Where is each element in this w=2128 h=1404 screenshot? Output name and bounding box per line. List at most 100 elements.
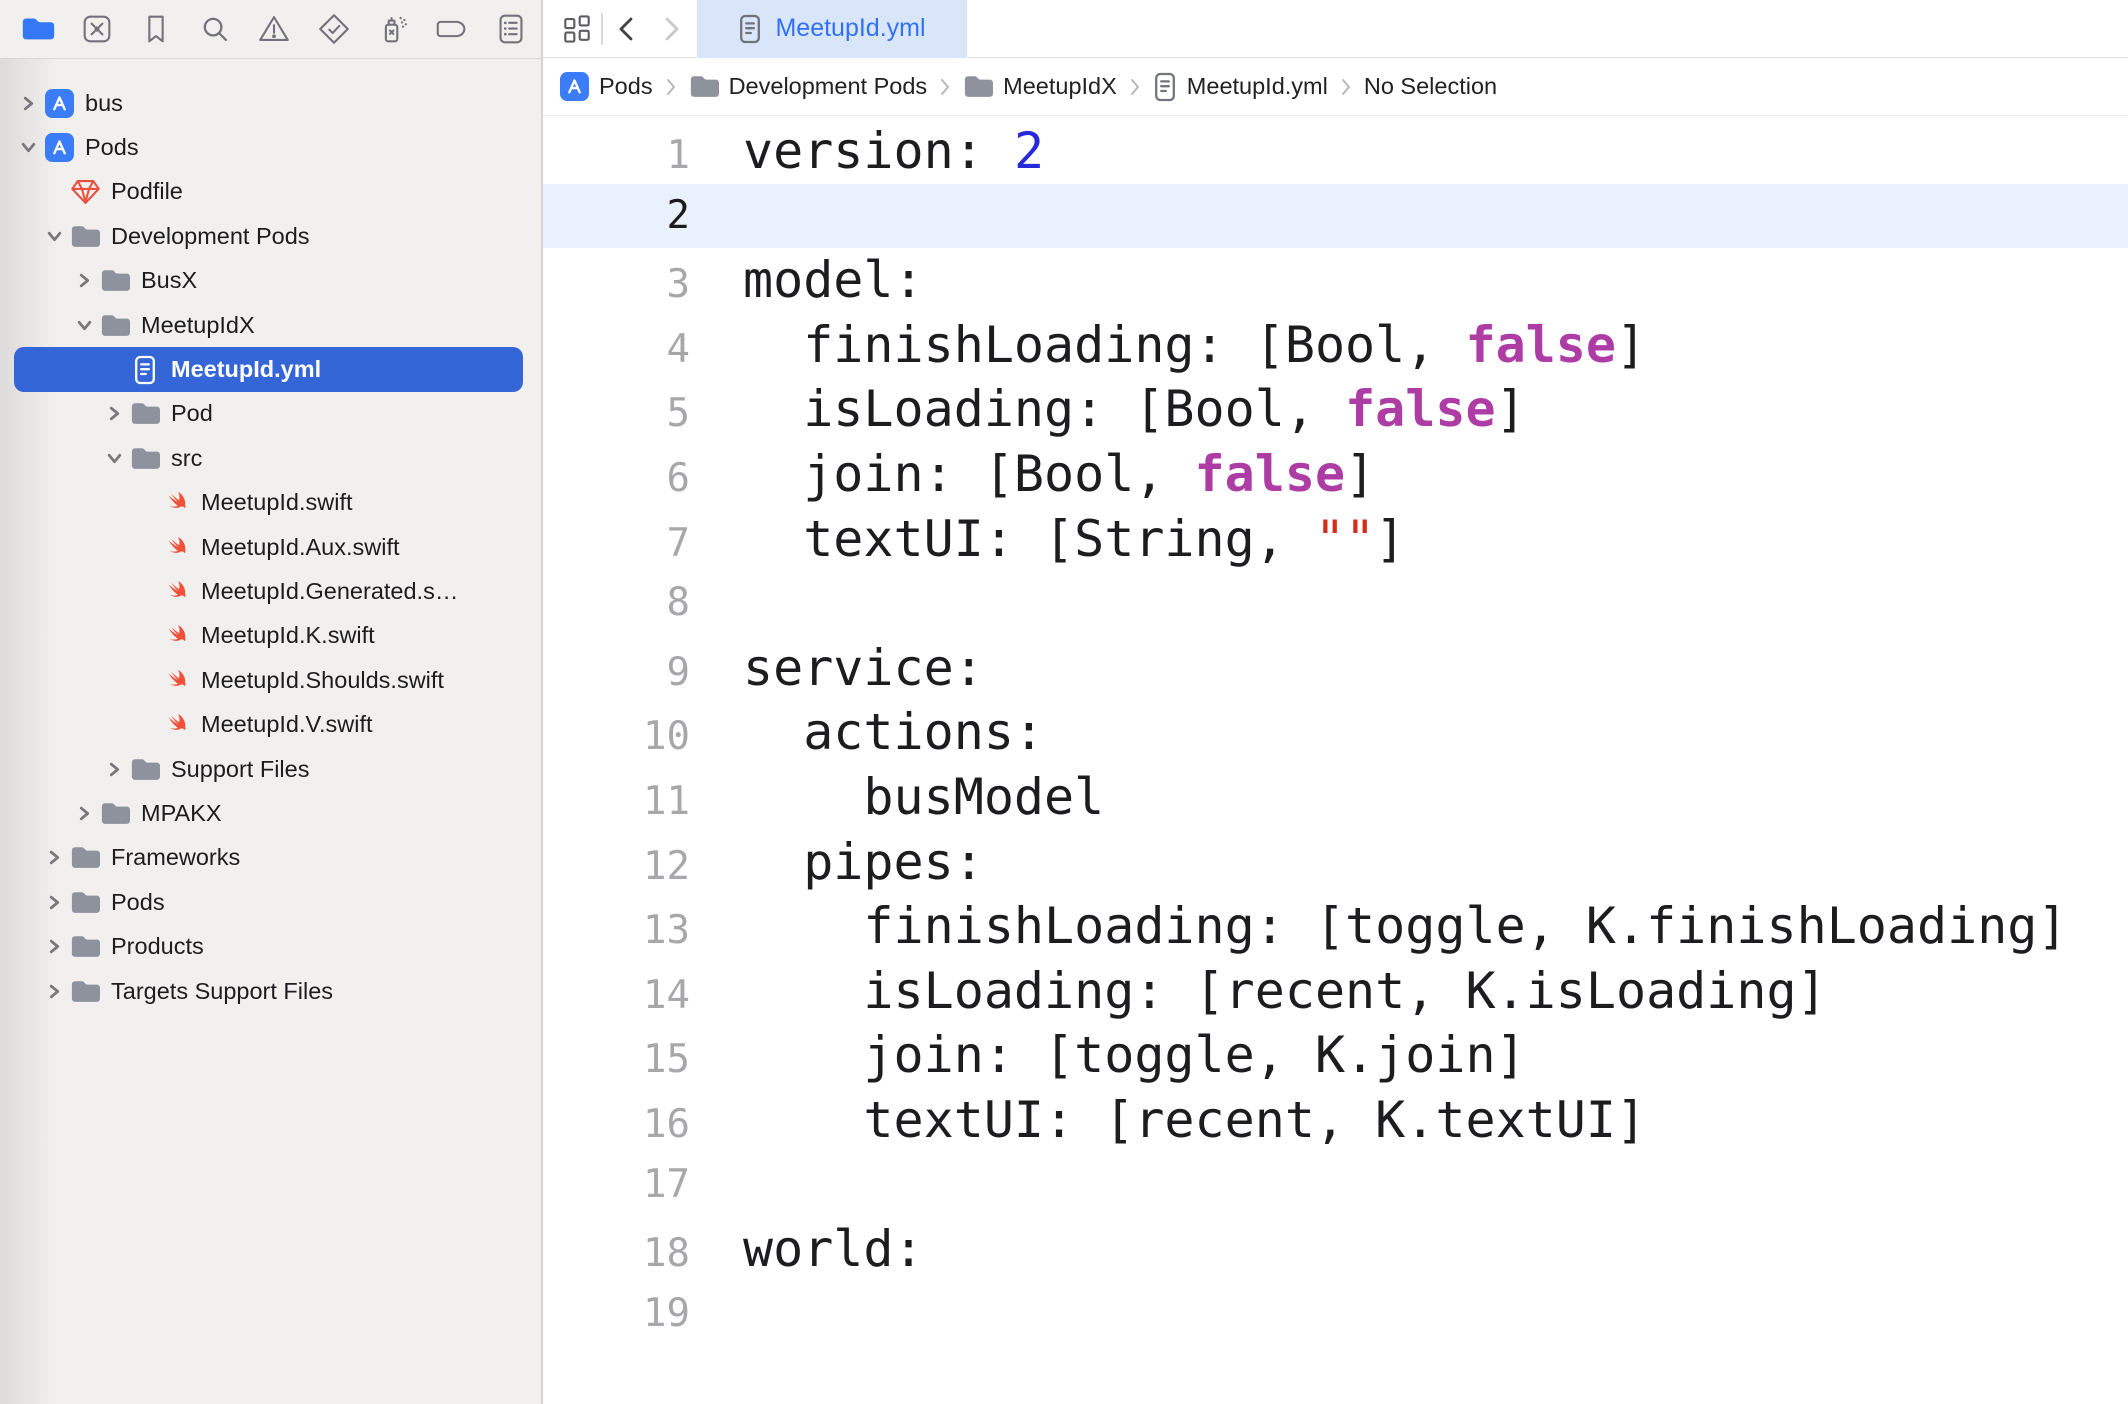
debug-navigator-icon[interactable] xyxy=(363,0,422,59)
code-line[interactable]: 1 version: 2 xyxy=(543,119,2128,184)
disclosure-chevron-icon[interactable] xyxy=(40,229,68,244)
tree-row[interactable]: MeetupIdX xyxy=(14,303,523,347)
tree-row[interactable]: Pods xyxy=(14,880,523,924)
disclosure-chevron-icon[interactable] xyxy=(40,895,68,910)
disclosure-chevron-icon[interactable] xyxy=(40,939,68,954)
tree-row[interactable]: bus xyxy=(14,81,523,125)
tree-row[interactable]: MeetupId.Generated.s… xyxy=(14,569,523,613)
code-line[interactable]: 18 world: xyxy=(543,1217,2128,1282)
line-number[interactable]: 13 xyxy=(543,899,695,964)
test-navigator-icon[interactable] xyxy=(304,0,363,59)
line-number[interactable]: 1 xyxy=(543,124,695,189)
line-number[interactable]: 19 xyxy=(543,1282,695,1347)
line-number[interactable]: 5 xyxy=(543,382,695,447)
code-line[interactable]: 8 xyxy=(543,571,2128,636)
tree-row[interactable]: Podfile xyxy=(14,170,523,214)
disclosure-chevron-icon[interactable] xyxy=(100,762,128,777)
tree-row[interactable]: MeetupId.Aux.swift xyxy=(14,525,523,569)
project-navigator-tree[interactable]: bus Pods Podfile Development Pods BusX Meetup… xyxy=(0,59,541,1404)
code-line[interactable]: 6 join: [Bool, false] xyxy=(543,442,2128,507)
issue-navigator-icon[interactable] xyxy=(245,0,304,59)
find-navigator-icon[interactable] xyxy=(186,0,245,59)
line-number[interactable]: 10 xyxy=(543,705,695,770)
tree-row[interactable]: MeetupId.V.swift xyxy=(14,702,523,746)
code-line[interactable]: 11 busModel xyxy=(543,765,2128,830)
line-number[interactable]: 15 xyxy=(543,1028,695,1093)
code-line[interactable]: 2 xyxy=(543,183,2128,249)
line-number[interactable]: 14 xyxy=(543,964,695,1029)
tree-row[interactable]: Pod xyxy=(14,392,523,436)
code-line[interactable]: 3 model: xyxy=(543,248,2128,313)
breadcrumb-item[interactable]: No Selection xyxy=(1364,73,1497,100)
tab-meetupid-yml[interactable]: MeetupId.yml xyxy=(697,0,967,58)
disclosure-chevron-icon[interactable] xyxy=(40,984,68,999)
breadcrumb-item[interactable]: Development Pods xyxy=(689,73,927,100)
line-number[interactable]: 17 xyxy=(543,1153,695,1218)
tree-row[interactable]: Development Pods xyxy=(14,214,523,258)
line-number[interactable]: 7 xyxy=(543,512,695,577)
code-line[interactable]: 5 isLoading: [Bool, false] xyxy=(543,377,2128,442)
app-icon xyxy=(42,88,76,118)
code-line[interactable]: 4 finishLoading: [Bool, false] xyxy=(543,313,2128,378)
tree-row[interactable]: MeetupId.K.swift xyxy=(14,614,523,658)
swift-icon xyxy=(158,577,192,606)
code-line[interactable]: 12 pipes: xyxy=(543,830,2128,895)
code-line[interactable]: 10 actions: xyxy=(543,700,2128,765)
disclosure-chevron-icon[interactable] xyxy=(70,806,98,821)
tree-row[interactable]: Frameworks xyxy=(14,836,523,880)
code-line[interactable]: 13 finishLoading: [toggle, K.finishLoadi… xyxy=(543,894,2128,959)
code-line[interactable]: 14 isLoading: [recent, K.isLoading] xyxy=(543,959,2128,1024)
disclosure-chevron-icon[interactable] xyxy=(70,318,98,333)
tree-row[interactable]: MeetupId.Shoulds.swift xyxy=(14,658,523,702)
bookmark-navigator-icon[interactable] xyxy=(126,0,185,59)
line-number[interactable]: 11 xyxy=(543,770,695,835)
breakpoint-navigator-icon[interactable] xyxy=(423,0,482,59)
disclosure-chevron-icon[interactable] xyxy=(14,96,42,111)
disclosure-chevron-icon[interactable] xyxy=(70,273,98,288)
tree-row[interactable]: Pods xyxy=(14,125,523,169)
source-editor[interactable]: 1 version: 2 2 3 model: 4 finishLoading: [Boo… xyxy=(543,116,2128,1404)
breadcrumb-separator-icon xyxy=(1128,77,1142,97)
tree-row-label: Products xyxy=(111,933,204,960)
line-number[interactable]: 4 xyxy=(543,318,695,383)
tree-row-label: MeetupId.Generated.s… xyxy=(201,577,459,604)
line-number[interactable]: 16 xyxy=(543,1093,695,1158)
code-line[interactable]: 17 xyxy=(543,1153,2128,1218)
related-items-icon[interactable] xyxy=(557,0,597,58)
breadcrumb-item[interactable]: MeetupId.yml xyxy=(1153,72,1328,102)
navigate-back-icon[interactable] xyxy=(605,0,649,58)
line-number[interactable]: 6 xyxy=(543,447,695,512)
line-number[interactable]: 3 xyxy=(543,253,695,318)
xcode-window: bus Pods Podfile Development Pods BusX Meetup… xyxy=(0,0,2128,1404)
tree-row[interactable]: MPAKX xyxy=(14,791,523,835)
disclosure-chevron-icon[interactable] xyxy=(14,140,42,155)
tree-row[interactable]: MeetupId.swift xyxy=(14,481,523,525)
disclosure-chevron-icon[interactable] xyxy=(40,850,68,865)
folder-icon xyxy=(98,801,132,826)
line-number[interactable]: 9 xyxy=(543,641,695,706)
line-number[interactable]: 12 xyxy=(543,835,695,900)
tree-row[interactable]: MeetupId.yml xyxy=(14,347,523,392)
tree-row[interactable]: Support Files xyxy=(14,747,523,791)
line-number[interactable]: 2 xyxy=(543,184,695,249)
disclosure-chevron-icon[interactable] xyxy=(100,451,128,466)
report-navigator-icon[interactable] xyxy=(482,0,541,59)
breadcrumb-item[interactable]: MeetupIdX xyxy=(963,73,1117,100)
tree-row[interactable]: src xyxy=(14,436,523,480)
code-line[interactable]: 15 join: [toggle, K.join] xyxy=(543,1023,2128,1088)
tree-row[interactable]: BusX xyxy=(14,259,523,303)
crash-navigator-icon[interactable] xyxy=(67,0,126,59)
line-number[interactable]: 18 xyxy=(543,1222,695,1287)
tree-row-label: Frameworks xyxy=(111,844,241,871)
code-line[interactable]: 16 textUI: [recent, K.textUI] xyxy=(543,1088,2128,1153)
code-line[interactable]: 7 textUI: [String, ""] xyxy=(543,507,2128,572)
code-line[interactable]: 9 service: xyxy=(543,636,2128,701)
line-number[interactable]: 8 xyxy=(543,571,695,636)
project-navigator-icon[interactable] xyxy=(8,0,67,59)
code-text: pipes: xyxy=(743,832,984,891)
disclosure-chevron-icon[interactable] xyxy=(100,406,128,421)
code-line[interactable]: 19 xyxy=(543,1282,2128,1347)
breadcrumb-item[interactable]: Pods xyxy=(560,72,653,101)
tree-row[interactable]: Targets Support Files xyxy=(14,969,523,1013)
tree-row[interactable]: Products xyxy=(14,924,523,968)
